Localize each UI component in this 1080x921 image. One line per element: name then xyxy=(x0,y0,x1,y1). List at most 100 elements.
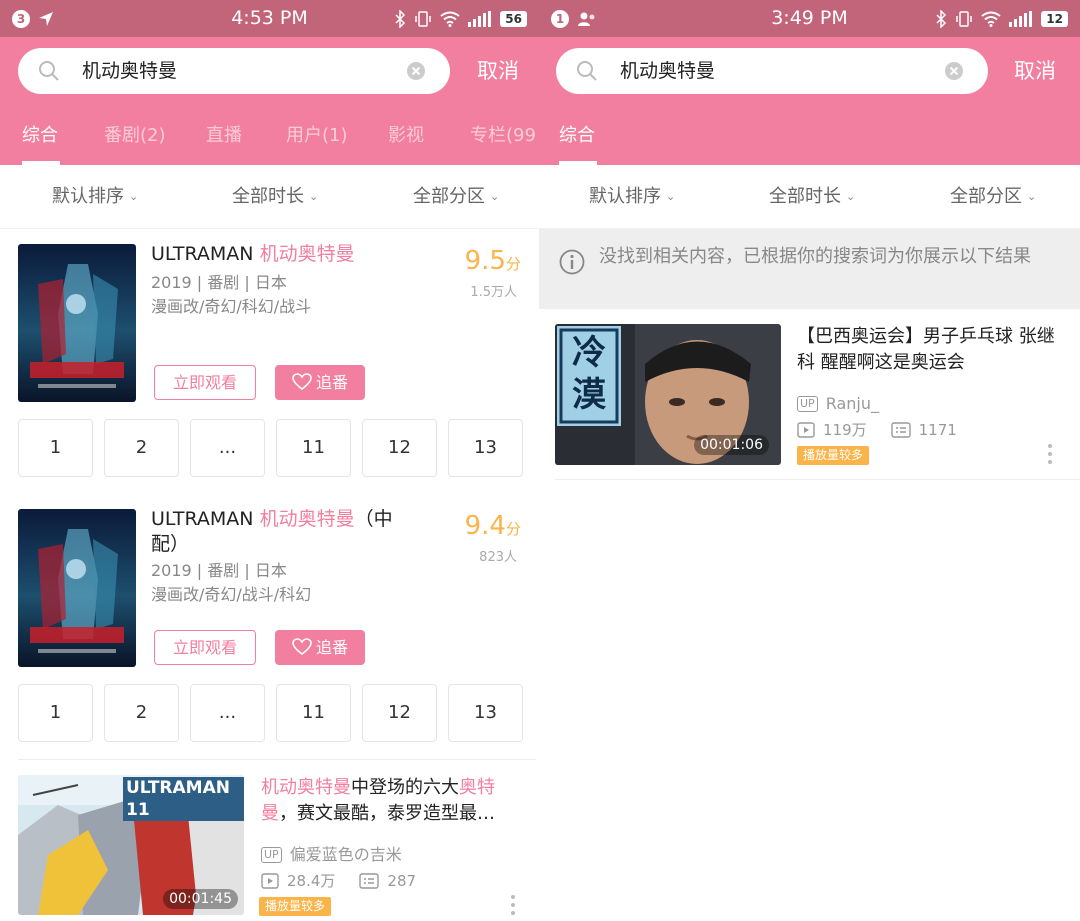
bangumi-title[interactable]: ULTRAMAN 机动奥特曼 xyxy=(151,242,391,267)
bangumi-cover[interactable] xyxy=(18,509,136,667)
title-highlight: 奥特 xyxy=(459,777,495,798)
notice-text: 没找到相关内容，已根据你的搜索词为你展示以下结果 xyxy=(599,246,1031,267)
episode-button[interactable]: 2 xyxy=(104,419,179,477)
episode-more-button[interactable]: ... xyxy=(190,684,265,742)
bangumi-tags: 漫画改/奇幻/科幻/战斗 xyxy=(151,297,312,316)
title-highlight: 机动奥特曼 xyxy=(259,243,355,265)
play-count: 28.4万 xyxy=(287,872,336,890)
battery-level: 12 xyxy=(1041,11,1068,27)
chevron-down-icon: ⌄ xyxy=(846,190,856,203)
zone-filter[interactable]: 全部分区 ⌄ xyxy=(413,165,499,231)
video-duration: 00:01:06 xyxy=(694,435,769,455)
comment-count: 1171 xyxy=(918,421,957,439)
tab-movies[interactable]: 影视 xyxy=(388,121,424,151)
sort-filter[interactable]: 默认排序 ⌄ xyxy=(589,165,675,231)
follow-bangumi-button[interactable]: 追番 xyxy=(275,630,365,665)
bangumi-votes: 823人 xyxy=(479,550,517,565)
video-thumbnail[interactable]: 冷漠 00:01:06 xyxy=(555,324,781,465)
search-input[interactable]: 机动奥特曼 xyxy=(556,48,988,94)
watch-now-button[interactable]: 立即观看 xyxy=(154,630,256,665)
video-duration: 00:01:45 xyxy=(163,889,238,909)
video-stats: 28.4万 287 xyxy=(261,871,416,891)
search-icon xyxy=(39,61,59,81)
video-thumbnail[interactable]: ULTRAMAN 11 00:01:45 xyxy=(18,775,244,915)
status-bar: 1 3:49 PM 12 xyxy=(539,0,1080,37)
cancel-button[interactable]: 取消 xyxy=(477,48,519,94)
filter-bar: 默认排序 ⌄ 全部时长 ⌄ 全部分区 ⌄ xyxy=(0,165,539,229)
battery-level: 56 xyxy=(500,11,527,27)
episode-button[interactable]: 11 xyxy=(276,684,351,742)
episode-button[interactable]: 1 xyxy=(18,419,93,477)
tab-articles[interactable]: 专栏(99 xyxy=(470,121,536,151)
episode-button[interactable]: 1 xyxy=(18,684,93,742)
cancel-button[interactable]: 取消 xyxy=(1014,48,1056,94)
duration-filter-label: 全部时长 xyxy=(232,186,304,207)
search-query: 机动奥特曼 xyxy=(620,60,716,82)
duration-filter-label: 全部时长 xyxy=(769,186,841,207)
clear-search-icon[interactable] xyxy=(406,61,426,81)
zone-filter[interactable]: 全部分区 ⌄ xyxy=(950,165,1036,231)
episode-more-button[interactable]: ... xyxy=(190,419,265,477)
follow-bangumi-button[interactable]: 追番 xyxy=(275,365,365,400)
episode-button[interactable]: 12 xyxy=(362,419,437,477)
bangumi-card[interactable]: ULTRAMAN 机动奥特曼 2019 | 番剧 | 日本 漫画改/奇幻/科幻/… xyxy=(0,242,539,484)
search-input[interactable]: 机动奥特曼 xyxy=(18,48,450,94)
bangumi-card[interactable]: ULTRAMAN 机动奥特曼（中配） 2019 | 番剧 | 日本 漫画改/奇幻… xyxy=(0,507,539,749)
bangumi-meta: 2019 | 番剧 | 日本 xyxy=(151,273,287,292)
video-title[interactable]: 【巴西奥运会】男子乒乓球 张继科 醒醒啊这是奥运会 xyxy=(797,324,1062,376)
episode-button[interactable]: 13 xyxy=(448,419,523,477)
up-tag-icon: UP xyxy=(261,847,282,863)
follow-label: 追番 xyxy=(315,373,348,392)
tab-users[interactable]: 用户(1) xyxy=(286,121,348,151)
tab-all[interactable]: 综合 xyxy=(22,121,58,151)
episode-list: 1 2 ... 11 12 13 xyxy=(18,419,524,477)
title-text: ULTRAMAN xyxy=(151,243,260,265)
video-uploader[interactable]: UP Ranju_ xyxy=(797,394,879,414)
bangumi-tags: 漫画改/奇幻/战斗/科幻 xyxy=(151,585,312,604)
chevron-down-icon: ⌄ xyxy=(490,190,500,203)
duration-filter[interactable]: 全部时长 ⌄ xyxy=(232,165,318,231)
duration-filter[interactable]: 全部时长 ⌄ xyxy=(769,165,855,231)
episode-button[interactable]: 13 xyxy=(448,684,523,742)
bangumi-score: 9.4分 xyxy=(465,511,521,544)
score-unit: 分 xyxy=(505,255,521,273)
up-tag-icon: UP xyxy=(797,396,818,412)
episode-list: 1 2 ... 11 12 13 xyxy=(18,684,524,742)
episode-button[interactable]: 2 xyxy=(104,684,179,742)
signal-icon xyxy=(468,11,492,27)
bangumi-votes: 1.5万人 xyxy=(470,285,517,300)
tab-all[interactable]: 综合 xyxy=(559,121,595,151)
video-title[interactable]: 机动奥特曼中登场的六大奥特曼，赛文最酷，泰罗造型最… xyxy=(261,775,526,827)
video-result[interactable]: 冷漠 00:01:06 【巴西奥运会】男子乒乓球 张继科 醒醒啊这是奥运会 UP… xyxy=(539,324,1080,480)
watch-now-button[interactable]: 立即观看 xyxy=(154,365,256,400)
episode-button[interactable]: 11 xyxy=(276,419,351,477)
sort-filter[interactable]: 默认排序 ⌄ xyxy=(52,165,138,231)
bangumi-title[interactable]: ULTRAMAN 机动奥特曼（中配） xyxy=(151,507,406,557)
bangumi-cover[interactable] xyxy=(18,244,136,402)
tab-live[interactable]: 直播 xyxy=(206,121,242,151)
title-highlight: 机动奥特曼 xyxy=(261,777,351,798)
comment-count-icon xyxy=(359,873,380,889)
sort-filter-label: 默认排序 xyxy=(589,186,661,207)
video-uploader[interactable]: UP 偏爱蓝色の吉米 xyxy=(261,845,402,865)
search-header: 机动奥特曼 取消 综合 番剧(2) 直播 用户(1) 影视 专栏(99 xyxy=(0,37,539,165)
episode-button[interactable]: 12 xyxy=(362,684,437,742)
play-count-icon xyxy=(797,422,815,438)
chevron-down-icon: ⌄ xyxy=(129,190,139,203)
more-options-icon[interactable] xyxy=(1047,444,1053,468)
chevron-down-icon: ⌄ xyxy=(309,190,319,203)
score-unit: 分 xyxy=(505,520,521,538)
title-text: ULTRAMAN xyxy=(151,508,260,530)
chevron-down-icon: ⌄ xyxy=(666,190,676,203)
more-options-icon[interactable] xyxy=(510,895,516,919)
play-count: 119万 xyxy=(823,421,867,439)
tab-bangumi[interactable]: 番剧(2) xyxy=(104,121,166,151)
video-result[interactable]: ULTRAMAN 11 00:01:45 机动奥特曼中登场的六大奥特曼，赛文最酷… xyxy=(0,775,539,921)
info-icon xyxy=(559,249,585,275)
search-header: 机动奥特曼 取消 综合 xyxy=(539,37,1080,165)
sort-filter-label: 默认排序 xyxy=(52,186,124,207)
bangumi-score: 9.5分 xyxy=(465,246,521,279)
bluetooth-icon xyxy=(395,10,406,28)
clear-search-icon[interactable] xyxy=(944,61,964,81)
chevron-down-icon: ⌄ xyxy=(1027,190,1037,203)
